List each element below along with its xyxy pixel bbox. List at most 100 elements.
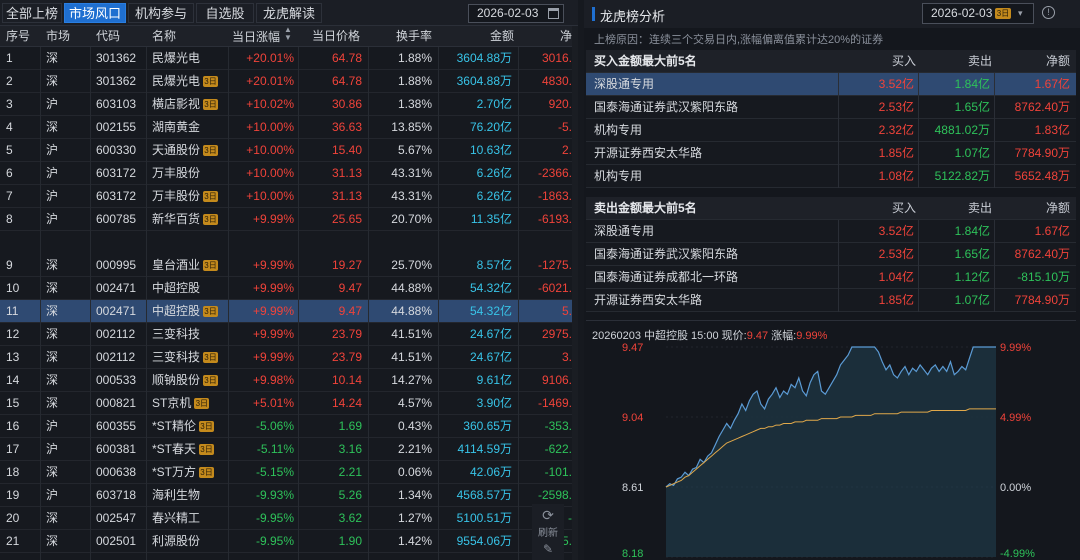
no-text: 16 (6, 419, 20, 433)
cell-name: *ST精伦 3日 (152, 415, 215, 437)
table-row[interactable]: 13 深 002112 三变科技 3日 +9.99% 23.79 41.51% 24.67亿 3. (0, 346, 572, 369)
table-row[interactable]: 2 深 301362 民爆光电 3日 +20.01% 64.78 1.88% 3604.88万 4… (0, 70, 572, 93)
turn-text: 44.88% (391, 304, 432, 318)
seat-row[interactable]: 国泰海通证券武汉紫阳东路 2.53亿 1.65亿 8762.40万 (586, 96, 1076, 119)
table-row[interactable]: 6 沪 603172 万丰股份 +10.00% 31.13 43.31% 6.26亿 -2366… (0, 162, 572, 185)
col-change[interactable]: 当日涨幅▲ ▼ (232, 26, 292, 47)
intraday-chart[interactable]: 20260203 中超控股 15:00 现价:9.47 涨幅:9.99% 9.4… (586, 320, 1076, 560)
col-no[interactable]: 序号 (6, 26, 30, 47)
chg-text: +10.02% (246, 97, 294, 111)
cell-turn: 5.67% (370, 139, 432, 161)
tab-watchlist[interactable]: 自选股 (196, 3, 254, 23)
col-market[interactable]: 市场 (46, 26, 70, 47)
calendar-icon[interactable] (548, 8, 559, 19)
seat-name: 国泰海通证券武汉紫阳东路 (594, 247, 739, 261)
sort-icon[interactable]: ▲ ▼ (284, 26, 292, 42)
edit-icon[interactable]: ✎ (532, 543, 564, 555)
code-text: 002112 (96, 327, 136, 341)
cell-mkt: 沪 (46, 484, 58, 506)
no-text: 3 (6, 97, 13, 111)
turn-text: 4.57% (397, 396, 432, 410)
table-row[interactable]: 10 深 002471 中超控股 +9.99% 9.47 44.88% 54.32亿 -6021… (0, 277, 572, 300)
no-text: 1 (6, 51, 13, 65)
buy-amount: 2.53亿 (878, 247, 914, 261)
turn-text: 14.27% (391, 373, 432, 387)
buy-amount: 1.04亿 (878, 270, 914, 284)
cell-no: 10 (6, 277, 19, 299)
table-row[interactable]: 9 深 000995 皇台酒业 3日 +9.99% 19.27 25.70% 8.57亿 -127… (0, 254, 572, 277)
cell-mkt: 深 (46, 300, 58, 322)
col-code[interactable]: 代码 (96, 26, 120, 47)
cell-turn: 14.27% (370, 369, 432, 391)
col-turnover[interactable]: 换手率 (396, 26, 432, 47)
date-picker[interactable]: 2026-02-03 (468, 4, 564, 23)
net-text: -2598. (537, 488, 572, 502)
mkt-text: 沪 (46, 143, 59, 157)
net-text: -1275. (537, 258, 572, 272)
table-row[interactable]: 5 沪 600330 天通股份 3日 +10.00% 15.40 5.67% 10.63亿 2. (0, 139, 572, 162)
tab-all-listed[interactable]: 全部上榜 (2, 3, 62, 23)
table-row[interactable]: 4 深 002155 湖南黄金 +10.00% 36.63 13.85% 76.20亿 -5. (0, 116, 572, 139)
cell-name: ST京机 3日 (152, 392, 210, 414)
tab-institution[interactable]: 机构参与 (128, 3, 194, 23)
table-row[interactable]: 16 沪 600355 *ST精伦 3日 -5.06% 1.69 0.43% 360.65万 -3… (0, 415, 572, 438)
name-text: *ST春天 (152, 442, 197, 456)
cell-mkt: 深 (46, 461, 58, 483)
analysis-date-picker[interactable]: 2026-02-03 3日 ▾ (922, 3, 1034, 24)
table-header: 卖出金额最大前5名 买入 卖出 净额 (586, 197, 1076, 220)
cell-chg: -5.06% (232, 415, 294, 437)
cell-name: 利源股份 (152, 530, 200, 552)
table-row[interactable]: 12 深 002112 三变科技 +9.99% 23.79 41.51% 24.67亿 2975… (0, 323, 572, 346)
table-row[interactable]: 19 沪 603718 海利生物 -9.93% 5.26 1.34% 4568.57万 -259… (0, 484, 572, 507)
tab-market-trend[interactable]: 市场风口 (64, 3, 126, 23)
cell-net: 2975. (520, 323, 572, 345)
cell-net: -1469. (520, 392, 572, 414)
cell-amt: 360.65万 (440, 415, 512, 437)
seat-row[interactable]: 深股通专用 3.52亿 1.84亿 1.67亿 (586, 220, 1076, 243)
seat-row[interactable]: 开源证券西安太华路 1.85亿 1.07亿 7784.90万 (586, 142, 1076, 165)
col-net[interactable]: 净 (560, 26, 572, 47)
table-row[interactable]: 7 沪 603172 万丰股份 3日 +10.00% 31.13 43.31% 6.26亿 -18… (0, 185, 572, 208)
table-row[interactable]: 18 深 000638 *ST万方 3日 -5.15% 2.21 0.06% 42.06万 -10… (0, 461, 572, 484)
cell-net: -2366. (520, 162, 572, 184)
table-row[interactable]: 8 沪 600785 新华百货 3日 +9.99% 25.65 20.70% 11.35亿 -61… (0, 208, 572, 231)
cell-price: 9.47 (300, 300, 362, 322)
three-day-badge: 3日 (194, 398, 210, 409)
cell-net: -101. (520, 461, 572, 483)
vertical-scrollbar[interactable] (572, 26, 578, 560)
table-row[interactable]: 3 沪 603103 横店影视 3日 +10.02% 30.86 1.38% 2.70亿 920. (0, 93, 572, 116)
chevron-down-icon[interactable]: ▾ (1018, 4, 1023, 23)
name-text: ST京机 (152, 396, 192, 410)
seat-row[interactable]: 深股通专用 3.52亿 1.84亿 1.67亿 (586, 73, 1076, 96)
table-row[interactable]: 1 深 301362 民爆光电 +20.01% 64.78 1.88% 3604.88万 301… (0, 47, 572, 70)
tab-dragon-tiger-analysis[interactable]: 龙虎解读 (256, 3, 322, 23)
cell-mkt: 深 (46, 392, 58, 414)
info-icon[interactable]: ! (1042, 6, 1055, 19)
refresh-button[interactable]: ⟳ 刷新 ✎ (532, 504, 564, 560)
col-price[interactable]: 当日价格 (312, 26, 360, 47)
table-row[interactable]: 21深002501利源股份-9.95%1.901.42%9554.06万-197… (0, 530, 572, 553)
net-text: -622. (544, 442, 572, 456)
name-text: 中超控股 (152, 281, 201, 295)
seat-row[interactable]: 机构专用 1.08亿 5122.82万 5652.48万 (586, 165, 1076, 188)
three-day-badge: 3日 (199, 444, 215, 455)
table-row[interactable]: 20 深 002547 春兴精工 -9.95% 3.62 1.27% 5100.51万 - (0, 507, 572, 530)
table-row[interactable]: 15 深 000821 ST京机 3日 +5.01% 14.24 4.57% 3.90亿 -146… (0, 392, 572, 415)
turn-text: 25.70% (391, 258, 432, 272)
cell-mkt: 深 (46, 70, 58, 92)
table-row[interactable]: 14 深 000533 顺钠股份 3日 +9.98% 10.14 14.27% 9.61亿 910… (0, 369, 572, 392)
seat-row[interactable]: 开源证券西安太华路 1.85亿 1.07亿 7784.90万 (586, 289, 1076, 312)
no-text: 19 (6, 488, 20, 502)
cell-name: *ST春天 3日 (152, 438, 215, 460)
seat-row[interactable]: 国泰海通证券武汉紫阳东路 2.53亿 1.65亿 8762.40万 (586, 243, 1076, 266)
seat-row[interactable]: 机构专用 2.32亿 4881.02万 1.83亿 (586, 119, 1076, 142)
seat-row[interactable]: 国泰海通证券成都北一环路 1.04亿 1.12亿 -815.10万 (586, 266, 1076, 289)
table-row[interactable]: 17 沪 600381 *ST春天 3日 -5.11% 3.16 2.21% 4114.59万 -… (0, 438, 572, 461)
table-row[interactable]: 11 深 002471 中超控股 3日 +9.99% 9.47 44.88% 54.32亿 5. (0, 300, 572, 323)
col-amount[interactable]: 金额 (490, 26, 514, 47)
three-day-badge: 3日 (203, 306, 219, 317)
period-badge[interactable]: 3日 (995, 8, 1011, 19)
cell-name: 皇台酒业 3日 (152, 254, 219, 276)
column-divider (40, 47, 41, 560)
col-name[interactable]: 名称 (152, 26, 176, 47)
